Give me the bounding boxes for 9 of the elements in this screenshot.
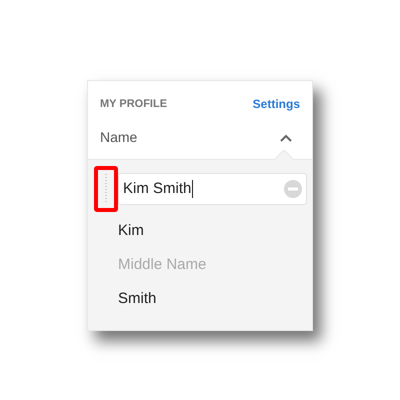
name-part[interactable]: Smith bbox=[118, 282, 312, 316]
settings-link[interactable]: Settings bbox=[252, 95, 300, 113]
panel-title: MY PROFILE bbox=[100, 96, 168, 112]
name-input[interactable]: Kim Smith bbox=[118, 173, 307, 205]
name-part[interactable]: Kim bbox=[118, 214, 312, 248]
remove-icon[interactable] bbox=[284, 180, 302, 198]
drag-handle-icon[interactable] bbox=[105, 174, 107, 204]
chevron-icon[interactable] bbox=[280, 134, 292, 142]
section-label: Name bbox=[100, 128, 138, 147]
